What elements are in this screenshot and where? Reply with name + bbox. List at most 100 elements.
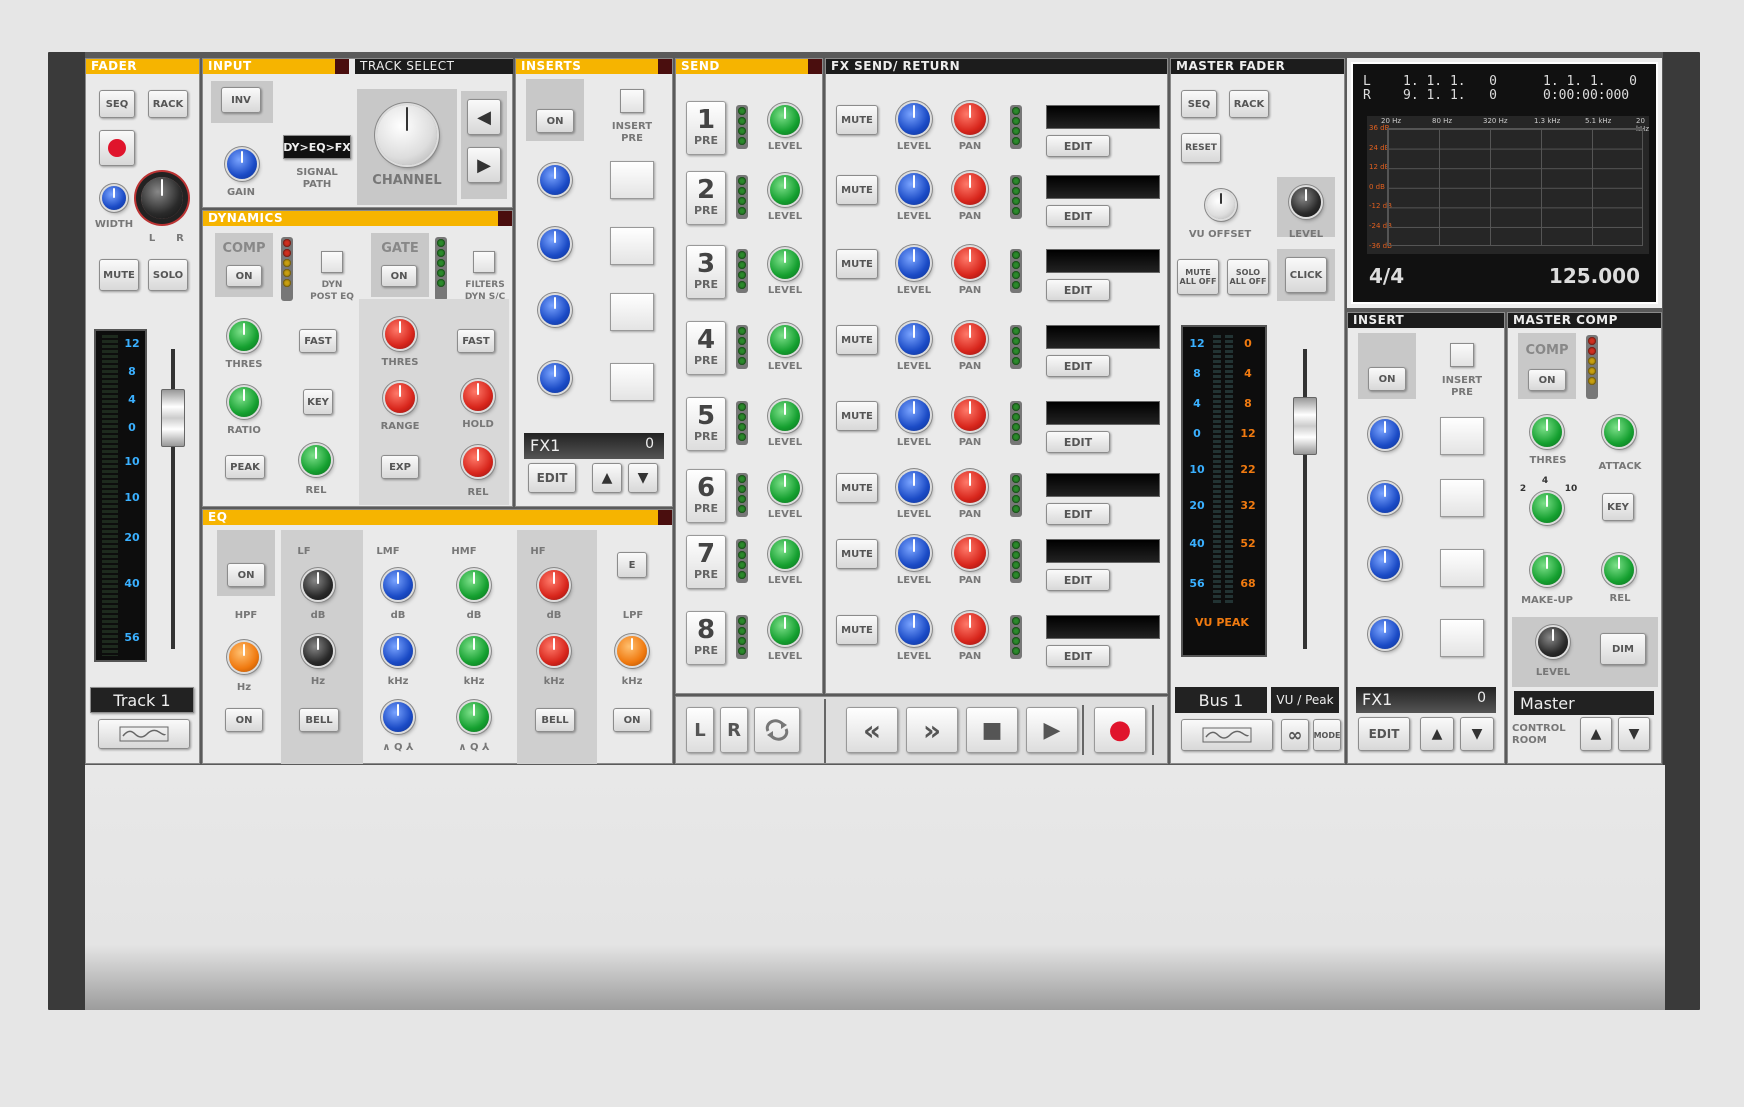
send-3-level-knob[interactable]: [770, 249, 800, 279]
inserts-on-button[interactable]: ON: [536, 109, 574, 133]
hmf-gain-knob[interactable]: [459, 570, 489, 600]
hpf-freq-knob[interactable]: [229, 642, 259, 672]
send-1-level-knob[interactable]: [770, 105, 800, 135]
return-6-edit-button[interactable]: EDIT: [1046, 503, 1110, 525]
lmf-q-knob[interactable]: [383, 702, 413, 732]
channel-fader-track[interactable]: [161, 349, 185, 649]
hmf-q-knob[interactable]: [459, 702, 489, 732]
send-8-pre-button[interactable]: 8 PRE: [686, 611, 726, 665]
mute-button[interactable]: MUTE: [99, 259, 139, 291]
lmf-gain-knob[interactable]: [383, 570, 413, 600]
insert-slot-1[interactable]: [610, 161, 654, 199]
track-prev-button[interactable]: ◀: [467, 99, 501, 135]
return-7-level-knob[interactable]: [898, 537, 930, 569]
comp-on-button[interactable]: ON: [226, 265, 262, 287]
master-insert-slot-3[interactable]: [1440, 549, 1484, 587]
return-3-mute-button[interactable]: MUTE: [836, 249, 878, 279]
fast-forward-button[interactable]: »: [906, 707, 958, 753]
pan-knob[interactable]: [141, 177, 183, 219]
master-fx-up-button[interactable]: ▲: [1420, 717, 1454, 751]
makeup-knob[interactable]: [1532, 555, 1562, 585]
insert-slot-3[interactable]: [610, 293, 654, 331]
comp-thres-knob[interactable]: [229, 321, 259, 351]
master-fx-name-display[interactable]: FX1 0: [1356, 687, 1496, 713]
master-fader-track[interactable]: [1293, 349, 1317, 649]
return-4-mute-button[interactable]: MUTE: [836, 325, 878, 355]
filters-dyn-sc-checkbox[interactable]: [473, 251, 495, 273]
master-level-knob[interactable]: [1291, 187, 1321, 217]
control-room-display[interactable]: Master: [1514, 691, 1654, 715]
fx-down-button[interactable]: ▼: [628, 463, 658, 493]
return-5-mute-button[interactable]: MUTE: [836, 401, 878, 431]
return-5-pan-knob[interactable]: [954, 399, 986, 431]
insert-knob-1[interactable]: [540, 165, 570, 195]
control-room-level-knob[interactable]: [1538, 627, 1568, 657]
lmf-freq-knob[interactable]: [383, 636, 413, 666]
invert-phase-button[interactable]: INV: [221, 87, 261, 113]
gate-hold-knob[interactable]: [463, 381, 493, 411]
return-1-fx-slot[interactable]: [1046, 105, 1160, 129]
control-room-up-button[interactable]: ▲: [1580, 717, 1612, 751]
return-2-level-knob[interactable]: [898, 173, 930, 205]
gate-release-knob[interactable]: [463, 447, 493, 477]
return-7-edit-button[interactable]: EDIT: [1046, 569, 1110, 591]
comp-release-knob[interactable]: [301, 445, 331, 475]
return-1-level-knob[interactable]: [898, 103, 930, 135]
hf-gain-knob[interactable]: [539, 570, 569, 600]
left-locator-button[interactable]: L: [686, 707, 714, 753]
hpf-on-button[interactable]: ON: [225, 708, 263, 732]
return-2-edit-button[interactable]: EDIT: [1046, 205, 1110, 227]
send-6-level-knob[interactable]: [770, 473, 800, 503]
send-5-level-knob[interactable]: [770, 401, 800, 431]
gate-fast-button[interactable]: FAST: [457, 329, 495, 353]
master-insert-edit-button[interactable]: EDIT: [1358, 717, 1410, 751]
return-2-pan-knob[interactable]: [954, 173, 986, 205]
return-8-pan-knob[interactable]: [954, 613, 986, 645]
channel-select-knob[interactable]: [377, 105, 437, 165]
master-insert-knob-4[interactable]: [1370, 619, 1400, 649]
play-button[interactable]: ▶: [1026, 707, 1078, 753]
master-fx-down-button[interactable]: ▼: [1460, 717, 1494, 751]
master-comp-on-button[interactable]: ON: [1528, 369, 1566, 391]
master-insert-knob-2[interactable]: [1370, 483, 1400, 513]
return-4-level-knob[interactable]: [898, 323, 930, 355]
return-1-pan-knob[interactable]: [954, 103, 986, 135]
return-4-pan-knob[interactable]: [954, 323, 986, 355]
return-7-fx-slot[interactable]: [1046, 539, 1160, 563]
hf-freq-knob[interactable]: [539, 636, 569, 666]
automation-button[interactable]: [98, 719, 190, 749]
insert-pre-checkbox[interactable]: [620, 89, 644, 113]
master-key-button[interactable]: KEY: [1602, 493, 1634, 521]
return-8-mute-button[interactable]: MUTE: [836, 615, 878, 645]
exp-button[interactable]: EXP: [381, 455, 419, 479]
return-5-level-knob[interactable]: [898, 399, 930, 431]
return-4-edit-button[interactable]: EDIT: [1046, 355, 1110, 377]
track-name-display[interactable]: Track 1: [90, 687, 194, 713]
channel-fader-handle[interactable]: [161, 389, 185, 447]
peak-button[interactable]: PEAK: [225, 455, 265, 479]
ratio-knob[interactable]: [1532, 493, 1562, 523]
master-rack-button[interactable]: RACK: [1229, 90, 1269, 118]
send-4-pre-button[interactable]: 4 PRE: [686, 321, 726, 375]
insert-knob-2[interactable]: [540, 229, 570, 259]
insert-slot-2[interactable]: [610, 227, 654, 265]
rewind-button[interactable]: «: [846, 707, 898, 753]
meter-mode-display[interactable]: VU / Peak: [1271, 687, 1339, 713]
return-4-fx-slot[interactable]: [1046, 325, 1160, 349]
right-locator-button[interactable]: R: [720, 707, 748, 753]
lf-freq-knob[interactable]: [303, 636, 333, 666]
return-8-level-knob[interactable]: [898, 613, 930, 645]
tempo-display[interactable]: 125.000: [1549, 264, 1640, 288]
return-5-fx-slot[interactable]: [1046, 401, 1160, 425]
time-signature[interactable]: 4/4: [1369, 264, 1404, 288]
fx-name-display[interactable]: FX1 0: [524, 433, 664, 459]
master-automation-button[interactable]: [1181, 719, 1273, 751]
return-5-edit-button[interactable]: EDIT: [1046, 431, 1110, 453]
loop-button[interactable]: [754, 707, 800, 753]
return-3-edit-button[interactable]: EDIT: [1046, 279, 1110, 301]
control-room-down-button[interactable]: ▼: [1618, 717, 1650, 751]
insert-slot-4[interactable]: [610, 363, 654, 401]
reset-button[interactable]: RESET: [1181, 133, 1221, 163]
return-6-fx-slot[interactable]: [1046, 473, 1160, 497]
dim-button[interactable]: DIM: [1600, 633, 1646, 665]
